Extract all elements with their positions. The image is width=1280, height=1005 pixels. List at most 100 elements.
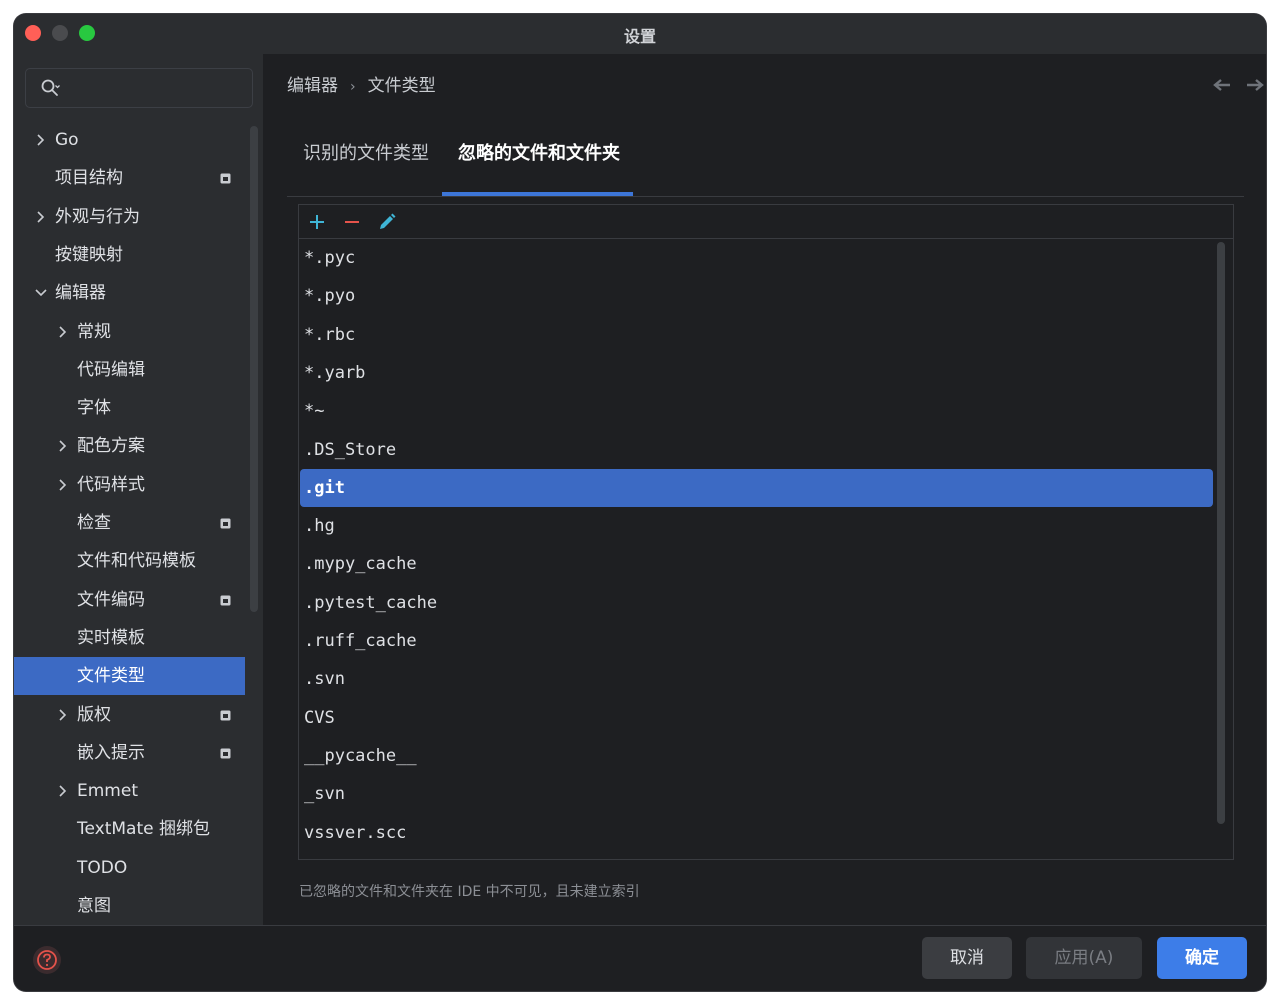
search-icon [41, 79, 60, 96]
sidebar-item-label: 项目结构 [55, 168, 123, 189]
list-item[interactable]: .mypy_cache [300, 545, 1213, 583]
ignored-files-panel: *.pyc *.pyo *.rbc *.yarb *~ .DS_Store .git .hg.… [298, 204, 1234, 860]
dialog-footer: 取消 应用(A) 确定 [14, 925, 1266, 991]
sidebar-item[interactable]: 版权 [14, 696, 245, 734]
main-content: 编辑器 › 文件类型 识别的文件类型 忽略的文件和文件夹 *.pyc *.pyo… [265, 54, 1266, 925]
tab-ignored-files-folders[interactable]: 忽略的文件和文件夹 [458, 134, 620, 196]
forward-arrow-icon[interactable] [1245, 77, 1265, 93]
help-icon [37, 950, 57, 970]
list-item[interactable]: *.pyo [300, 277, 1213, 315]
project-scope-icon [220, 518, 231, 529]
breadcrumb-parent[interactable]: 编辑器 [287, 76, 338, 96]
tab-bar: 识别的文件类型 忽略的文件和文件夹 [287, 134, 1244, 197]
settings-sidebar: Go 项目结构外观与行为按键映射编辑器常规代码编辑字体配色方案代码样式检查文件和代… [14, 54, 264, 925]
sidebar-item[interactable]: 项目结构 [14, 159, 245, 197]
sidebar-item-label: 嵌入提示 [77, 742, 145, 763]
list-item[interactable]: __pycache__ [300, 737, 1213, 775]
sidebar-item[interactable]: 检查 [14, 504, 245, 542]
list-item[interactable]: *.pyc [300, 239, 1213, 277]
sidebar-item-label: 版权 [77, 704, 111, 725]
chevron-right-icon[interactable] [56, 313, 70, 351]
sidebar-item[interactable]: Emmet [14, 772, 245, 810]
project-scope-icon [220, 710, 231, 720]
back-arrow-icon[interactable] [1212, 77, 1232, 93]
active-tab-indicator [442, 192, 633, 196]
chevron-down-icon[interactable] [34, 274, 48, 312]
window-title: 设置 [623, 27, 656, 46]
plus-icon[interactable] [306, 211, 328, 233]
pencil-icon[interactable] [376, 211, 398, 233]
breadcrumb: 编辑器 › 文件类型 [287, 71, 436, 96]
list-item[interactable]: .svn [300, 660, 1213, 698]
tab-recognized-file-types[interactable]: 识别的文件类型 [303, 134, 429, 196]
chevron-right-icon[interactable] [34, 121, 48, 159]
list-item[interactable]: *.yarb [300, 354, 1213, 392]
sidebar-item[interactable]: 代码样式 [14, 466, 245, 504]
sidebar-item-label: 文件编码 [77, 589, 145, 610]
list-item[interactable]: .ruff_cache [300, 622, 1213, 660]
sidebar-item-label: TODO [77, 857, 128, 878]
breadcrumb-current: 文件类型 [367, 76, 436, 96]
sidebar-item[interactable]: 编辑器 [14, 274, 245, 312]
list-item[interactable]: .pytest_cache [300, 584, 1213, 622]
sidebar-item[interactable]: 意图 [14, 887, 245, 925]
sidebar-item[interactable]: 实时模板 [14, 619, 245, 657]
project-scope-icon [220, 748, 231, 759]
chevron-right-icon[interactable] [56, 772, 70, 810]
sidebar-item[interactable]: TODO [14, 849, 245, 887]
sidebar-item-label: 意图 [77, 896, 111, 916]
project-scope-icon [220, 595, 231, 606]
sidebar-item[interactable]: 文件和代码模板 [14, 542, 245, 580]
sidebar-item[interactable]: 按键映射 [14, 236, 245, 274]
list-item[interactable]: .hg [300, 507, 1213, 545]
project-scope-icon [220, 173, 231, 184]
chevron-right-icon[interactable] [56, 466, 70, 504]
sidebar-item-label: 配色方案 [77, 436, 145, 457]
sidebar-item-label: TextMate 捆绑包 [77, 819, 210, 840]
list-scrollbar[interactable] [1217, 242, 1225, 824]
sidebar-item-label: 编辑器 [55, 283, 106, 304]
list-item[interactable]: .DS_Store [300, 431, 1213, 469]
sidebar-scrollbar[interactable] [250, 126, 258, 612]
sidebar-item[interactable]: 常规 [14, 313, 245, 351]
sidebar-item[interactable]: 外观与行为 [14, 198, 245, 236]
list-item[interactable]: .git [300, 468, 1213, 507]
help-button[interactable] [33, 946, 61, 974]
list-item[interactable]: CVS [300, 699, 1213, 737]
sidebar-item-label: 常规 [77, 321, 111, 342]
apply-button[interactable]: 应用(A) [1026, 937, 1142, 979]
list-item[interactable]: _svn [300, 775, 1213, 813]
sidebar-item[interactable]: 字体 [14, 389, 245, 427]
sidebar-item-label: 实时模板 [77, 627, 145, 648]
chevron-right-icon[interactable] [56, 427, 70, 465]
sidebar-item[interactable]: 文件类型 [14, 657, 245, 696]
list-item[interactable]: *~ [300, 392, 1213, 430]
ignored-files-list: *.pyc *.pyo *.rbc *.yarb *~ .DS_Store .git .hg.… [299, 239, 1233, 859]
sidebar-item-label: Emmet [77, 781, 138, 802]
list-item[interactable]: vssver.scc [300, 814, 1213, 852]
cancel-button[interactable]: 取消 [922, 937, 1012, 979]
title-bar: 设置 [14, 14, 1266, 54]
sidebar-item-label: 检查 [77, 513, 111, 533]
sidebar-item-label: 按键映射 [55, 244, 123, 265]
minus-icon[interactable] [341, 211, 363, 233]
breadcrumb-separator: › [350, 79, 356, 95]
hint-text: 已忽略的文件和文件夹在 IDE 中不可见，且未建立索引 [299, 884, 640, 900]
sidebar-item[interactable]: 代码编辑 [14, 351, 245, 389]
sidebar-item-label: 文件和代码模板 [77, 551, 196, 572]
sidebar-item-label: 代码编辑 [77, 359, 145, 380]
sidebar-item-label: 文件类型 [77, 666, 145, 687]
sidebar-item[interactable]: 文件编码 [14, 581, 245, 619]
chevron-right-icon[interactable] [34, 198, 48, 236]
sidebar-item[interactable]: 嵌入提示 [14, 734, 245, 772]
ok-button[interactable]: 确定 [1157, 937, 1247, 979]
chevron-right-icon[interactable] [56, 696, 70, 734]
list-toolbar [299, 205, 1233, 239]
sidebar-item[interactable]: TextMate 捆绑包 [14, 810, 245, 848]
sidebar-item[interactable]: Go [14, 121, 245, 159]
sidebar-item-label: 字体 [77, 398, 111, 419]
list-item[interactable]: *.rbc [300, 316, 1213, 354]
search-input[interactable] [25, 68, 253, 108]
sidebar-item-label: 代码样式 [77, 474, 145, 495]
sidebar-item[interactable]: 配色方案 [14, 427, 245, 465]
